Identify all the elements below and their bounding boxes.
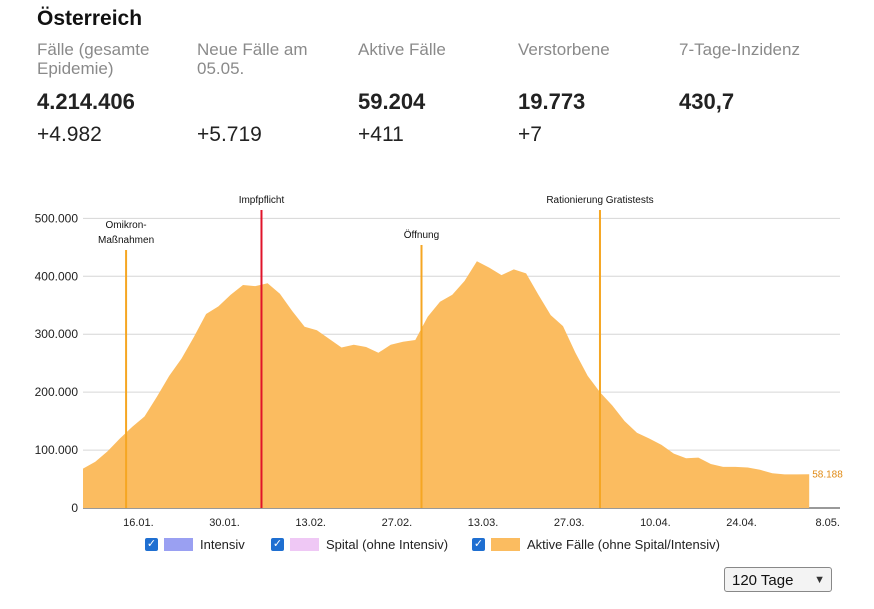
annotation-label: Omikron- <box>106 220 147 231</box>
y-tick-label: 100.000 <box>35 443 79 457</box>
time-range-select[interactable]: 120 Tage ▼ <box>724 567 832 592</box>
legend-swatch-intensiv <box>164 538 193 551</box>
series-area-active-cases <box>83 261 810 508</box>
stat-label: 7-Tage-Inzidenz <box>679 40 800 59</box>
legend-item-active[interactable]: ✓ Aktive Fälle (ohne Spital/Intensiv) <box>472 537 720 552</box>
x-tick-label: 13.03. <box>468 517 499 529</box>
time-range-value: 120 Tage <box>732 572 794 589</box>
legend-swatch-active <box>491 538 520 551</box>
chevron-down-icon: ▼ <box>814 574 825 586</box>
stat-deaths: Verstorbene 19.773 +7 <box>518 40 668 147</box>
checkbox-intensiv[interactable]: ✓ <box>145 538 158 551</box>
stat-change: +7 <box>518 123 542 146</box>
stat-change: +4.982 <box>37 123 102 146</box>
checkbox-active[interactable]: ✓ <box>472 538 485 551</box>
x-tick-label: 27.03. <box>554 517 585 529</box>
stat-value: 59.204 <box>358 89 426 114</box>
x-tick-label: 10.04. <box>640 517 671 529</box>
x-tick-label: 13.02. <box>295 517 326 529</box>
x-tick-label: 30.01. <box>209 517 240 529</box>
annotation-label: Maßnahmen <box>98 235 154 246</box>
active-cases-chart: 0 100.000 200.000 300.000 400.000 500.000 58.1… <box>35 195 844 529</box>
y-tick-label: 300.000 <box>35 327 79 341</box>
annotation-label: Öffnung <box>404 229 439 241</box>
legend-label: Spital (ohne Intensiv) <box>326 537 449 552</box>
y-tick-label: 200.000 <box>35 385 79 399</box>
stat-new-cases: Neue Fälle am 05.05. +5.719 <box>197 40 347 147</box>
stat-change: +411 <box>358 123 404 146</box>
stat-change: +5.719 <box>197 123 262 146</box>
stat-value: 430,7 <box>679 89 735 114</box>
stat-total-cases: Fälle (gesamte Epidemie) 4.214.406 +4.98… <box>37 40 187 147</box>
x-tick-label: 8.05. <box>815 517 839 529</box>
stat-label: Verstorbene <box>518 40 610 59</box>
stat-value: 19.773 <box>518 89 586 114</box>
x-tick-label: 16.01. <box>123 517 154 529</box>
stat-label: Neue Fälle am 05.05. <box>197 40 308 78</box>
stat-incidence: 7-Tage-Inzidenz 430,7 <box>679 40 829 123</box>
stat-active-cases: Aktive Fälle 59.204 +411 <box>358 40 508 147</box>
checkbox-spital[interactable]: ✓ <box>271 538 284 551</box>
legend-item-intensiv[interactable]: ✓ Intensiv <box>145 537 245 552</box>
y-tick-label: 500.000 <box>35 211 79 225</box>
annotation-label: Impfpflicht <box>239 195 285 206</box>
legend-label: Aktive Fälle (ohne Spital/Intensiv) <box>527 537 720 552</box>
stat-value: 4.214.406 <box>37 89 135 114</box>
stat-value <box>197 88 347 116</box>
end-value-label: 58.188 <box>812 469 843 480</box>
stat-label: Fälle (gesamte Epidemie) <box>37 40 150 78</box>
y-tick-label: 0 <box>71 501 78 515</box>
legend-swatch-spital <box>290 538 319 551</box>
page-title: Österreich <box>37 7 143 30</box>
annotation-label: Rationierung Gratistests <box>546 195 653 206</box>
x-tick-label: 24.04. <box>726 517 757 529</box>
x-tick-label: 27.02. <box>382 517 413 529</box>
stat-label: Aktive Fälle <box>358 40 446 59</box>
legend-label: Intensiv <box>200 537 245 552</box>
y-tick-label: 400.000 <box>35 269 79 283</box>
legend-item-spital[interactable]: ✓ Spital (ohne Intensiv) <box>271 537 448 552</box>
